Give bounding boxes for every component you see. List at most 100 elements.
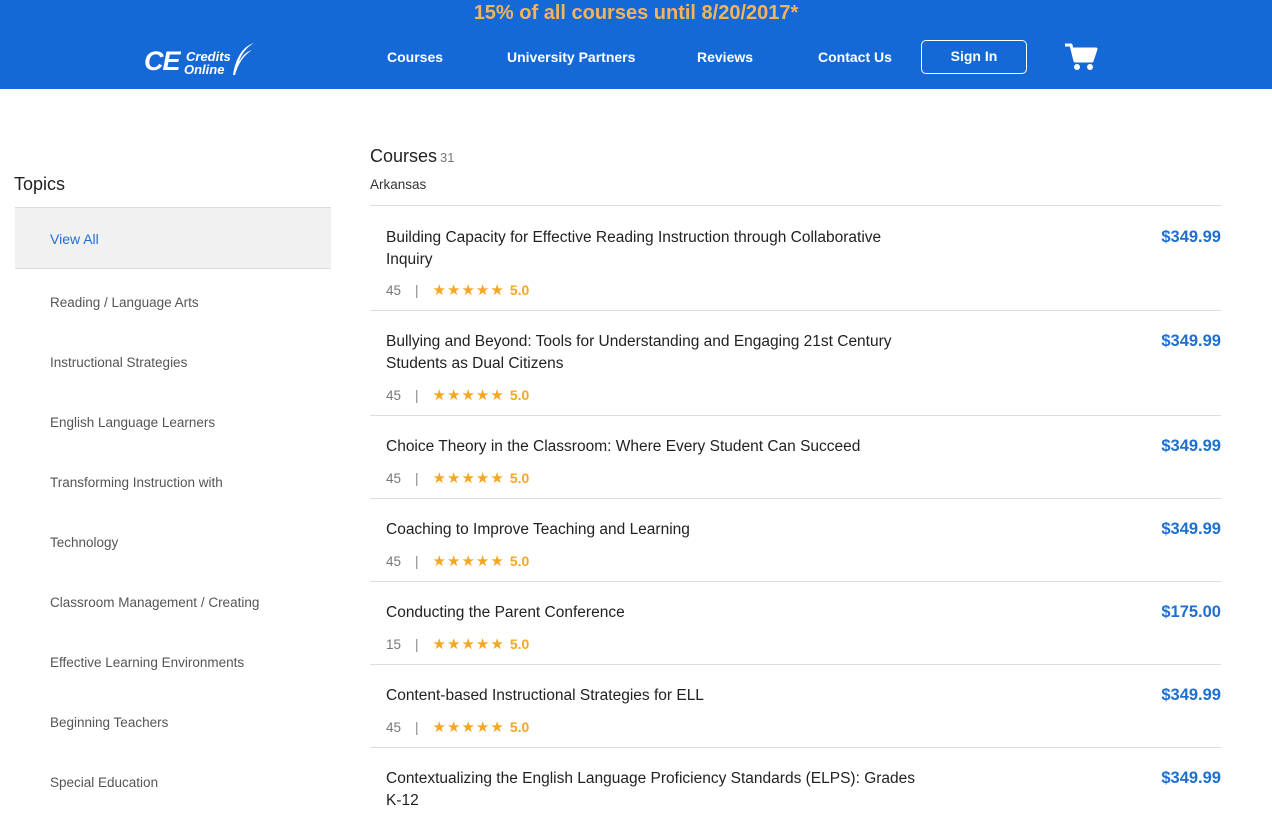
course-meta: 45 | ★ ★ ★ ★ ★ 5.0 <box>386 719 529 735</box>
course-hours: 45 <box>386 470 402 486</box>
course-hours: 45 <box>386 387 402 403</box>
topic-effective-learning-environments[interactable]: Effective Learning Environments <box>15 655 331 670</box>
meta-separator: | <box>415 387 419 403</box>
topic-beginning-teachers[interactable]: Beginning Teachers <box>15 715 331 730</box>
nav-university-partners[interactable]: University Partners <box>507 49 635 65</box>
course-title[interactable]: Conducting the Parent Conference <box>386 602 926 624</box>
course-meta: 15 | ★ ★ ★ ★ ★ 5.0 <box>386 636 529 652</box>
rating-stars: ★ ★ ★ ★ ★ <box>433 720 504 735</box>
course-meta: 45 | ★ ★ ★ ★ ★ 5.0 <box>386 282 529 298</box>
meta-separator: | <box>415 553 419 569</box>
rating-value: 5.0 <box>509 282 530 298</box>
rating-value: 5.0 <box>509 636 530 652</box>
course-price: $349.99 <box>1161 520 1221 538</box>
rating-value: 5.0 <box>509 553 530 569</box>
rating-value: 5.0 <box>509 470 530 486</box>
course-title[interactable]: Content-based Instructional Strategies f… <box>386 685 926 707</box>
courses-title: Courses <box>370 146 438 166</box>
course-row[interactable]: Building Capacity for Effective Reading … <box>370 206 1221 311</box>
rating-stars: ★ ★ ★ ★ ★ <box>433 637 504 652</box>
topic-reading-language-arts[interactable]: Reading / Language Arts <box>15 295 331 310</box>
rating-stars: ★ ★ ★ ★ ★ <box>433 283 504 298</box>
course-title[interactable]: Building Capacity for Effective Reading … <box>386 227 926 271</box>
top-header: 15% of all courses until 8/20/2017* CE C… <box>0 0 1272 89</box>
star-icon: ★ <box>432 718 446 736</box>
star-icon: ★ <box>475 386 490 404</box>
star-icon: ★ <box>475 552 490 570</box>
star-icon: ★ <box>490 281 504 299</box>
star-icon: ★ <box>490 469 504 487</box>
topic-transforming-instruction[interactable]: Transforming Instruction with <box>15 475 331 490</box>
star-icon: ★ <box>447 281 461 299</box>
course-meta: 45 | ★ ★ ★ ★ ★ 5.0 <box>386 470 529 486</box>
star-icon: ★ <box>432 469 446 487</box>
star-icon: ★ <box>447 469 461 487</box>
star-icon: ★ <box>461 469 475 487</box>
course-hours: 15 <box>386 636 402 652</box>
course-price: $349.99 <box>1161 228 1221 246</box>
rating-stars: ★ ★ ★ ★ ★ <box>433 554 504 569</box>
shopping-cart-icon[interactable] <box>1064 42 1098 72</box>
star-icon: ★ <box>447 635 461 653</box>
courses-heading: Courses 31 <box>370 146 455 167</box>
topic-special-education[interactable]: Special Education <box>15 775 331 790</box>
promo-banner[interactable]: 15% of all courses until 8/20/2017* <box>0 2 1272 25</box>
nav-contact-us[interactable]: Contact Us <box>818 49 892 65</box>
course-row[interactable]: Choice Theory in the Classroom: Where Ev… <box>370 416 1221 499</box>
star-icon: ★ <box>475 469 490 487</box>
star-icon: ★ <box>490 386 504 404</box>
star-icon: ★ <box>432 386 446 404</box>
logo-ce-text: CE <box>144 46 181 76</box>
quill-icon <box>233 43 254 75</box>
star-icon: ★ <box>461 281 475 299</box>
course-row[interactable]: Content-based Instructional Strategies f… <box>370 665 1221 748</box>
course-title[interactable]: Bullying and Beyond: Tools for Understan… <box>386 331 926 375</box>
sign-in-button[interactable]: Sign In <box>921 40 1027 74</box>
star-icon: ★ <box>461 386 475 404</box>
rating-value: 5.0 <box>509 719 530 735</box>
course-hours: 45 <box>386 553 402 569</box>
course-hours: 45 <box>386 719 402 735</box>
state-label: Arkansas <box>370 177 427 192</box>
site-logo[interactable]: CE Credits Online <box>144 42 259 82</box>
course-hours: 45 <box>386 282 402 298</box>
star-icon: ★ <box>475 718 490 736</box>
courses-count: 31 <box>440 150 455 165</box>
course-row[interactable]: Bullying and Beyond: Tools for Understan… <box>370 311 1221 416</box>
topic-view-all[interactable]: View All <box>15 207 331 269</box>
rating-stars: ★ ★ ★ ★ ★ <box>433 388 504 403</box>
nav-courses[interactable]: Courses <box>387 49 443 65</box>
topic-english-language-learners[interactable]: English Language Learners <box>15 415 331 430</box>
meta-separator: | <box>415 719 419 735</box>
course-title[interactable]: Coaching to Improve Teaching and Learnin… <box>386 519 926 541</box>
course-title[interactable]: Choice Theory in the Classroom: Where Ev… <box>386 436 926 458</box>
topic-classroom-management[interactable]: Classroom Management / Creating <box>15 595 331 610</box>
meta-separator: | <box>415 282 419 298</box>
course-row[interactable]: Contextualizing the English Language Pro… <box>370 748 1221 825</box>
rating-value: 5.0 <box>509 387 530 403</box>
course-meta: 45 | ★ ★ ★ ★ ★ 5.0 <box>386 553 529 569</box>
rating-stars: ★ ★ ★ ★ ★ <box>433 471 504 486</box>
star-icon: ★ <box>447 552 461 570</box>
star-icon: ★ <box>432 635 446 653</box>
nav-reviews[interactable]: Reviews <box>697 49 753 65</box>
logo-online-text: Online <box>184 62 225 77</box>
topic-technology[interactable]: Technology <box>15 535 331 550</box>
star-icon: ★ <box>475 635 490 653</box>
course-row[interactable]: Conducting the Parent Conference 15 | ★ ★… <box>370 582 1221 665</box>
course-row[interactable]: Coaching to Improve Teaching and Learnin… <box>370 499 1221 582</box>
course-price: $349.99 <box>1161 686 1221 704</box>
topics-heading: Topics <box>14 174 66 194</box>
course-title[interactable]: Contextualizing the English Language Pro… <box>386 768 926 812</box>
meta-separator: | <box>415 636 419 652</box>
star-icon: ★ <box>490 552 504 570</box>
course-price: $349.99 <box>1161 332 1221 350</box>
star-icon: ★ <box>447 386 461 404</box>
star-icon: ★ <box>475 281 490 299</box>
meta-separator: | <box>415 470 419 486</box>
topic-instructional-strategies[interactable]: Instructional Strategies <box>15 355 331 370</box>
course-price: $175.00 <box>1161 603 1221 621</box>
star-icon: ★ <box>461 718 475 736</box>
star-icon: ★ <box>432 552 446 570</box>
star-icon: ★ <box>447 718 461 736</box>
